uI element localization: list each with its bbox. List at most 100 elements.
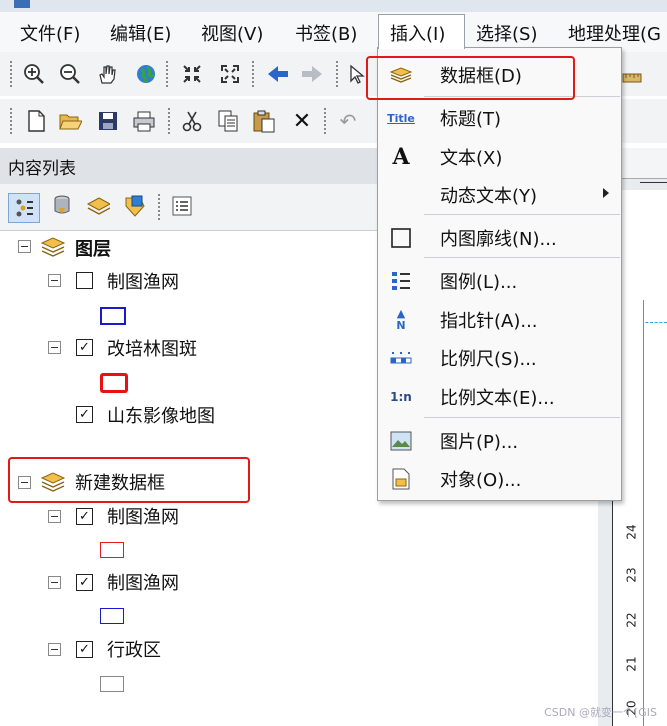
- group-label-new-data-frame[interactable]: 新建数据框: [75, 469, 165, 495]
- list-by-visibility-icon[interactable]: [86, 194, 110, 218]
- layer-label[interactable]: 制图渔网: [107, 268, 179, 294]
- layer-visibility-checkbox[interactable]: ✓: [76, 339, 93, 356]
- print-icon[interactable]: [132, 109, 156, 133]
- list-by-selection-icon[interactable]: [122, 194, 146, 218]
- menu-file[interactable]: 文件(F): [20, 22, 80, 48]
- page-edge-line: [640, 182, 667, 183]
- full-extent-globe-icon[interactable]: [134, 62, 158, 86]
- delete-x-icon[interactable]: ✕: [290, 109, 314, 134]
- layer-symbol-swatch[interactable]: [100, 307, 126, 325]
- layer-symbol-swatch[interactable]: [100, 676, 124, 692]
- menu-item-neatline[interactable]: 内图廓线(N)...: [378, 219, 621, 257]
- ruler-number: 23: [624, 567, 639, 583]
- save-icon[interactable]: [96, 109, 120, 133]
- menu-item-title[interactable]: Title 标题(T): [378, 99, 621, 137]
- layer-symbol-swatch[interactable]: [100, 608, 124, 624]
- zoom-out-icon[interactable]: [58, 62, 82, 86]
- submenu-arrow-icon: [603, 188, 609, 198]
- toolbar-separator: [336, 61, 341, 87]
- menu-separator: [424, 214, 620, 215]
- menu-geoprocessing[interactable]: 地理处理(G: [568, 22, 661, 48]
- fixed-zoom-in-icon[interactable]: [180, 62, 204, 86]
- cut-scissors-icon[interactable]: [180, 109, 204, 133]
- pan-hand-icon[interactable]: [95, 62, 119, 86]
- north-arrow-icon: ▲ N: [388, 307, 414, 333]
- menu-item-label: 图片(P)...: [440, 432, 519, 453]
- collapse-layer-toggle[interactable]: [48, 274, 61, 287]
- layer-label[interactable]: 制图渔网: [107, 569, 179, 595]
- menu-item-scale-text[interactable]: 1:n 比例文本(E)...: [378, 378, 621, 416]
- group-label-layers[interactable]: 图层: [75, 235, 111, 261]
- menu-item-dynamic-text[interactable]: 动态文本(Y): [378, 176, 621, 214]
- title-icon: Title: [387, 111, 415, 125]
- back-arrow-icon[interactable]: [266, 62, 290, 86]
- data-frame-layers-icon: [40, 235, 66, 257]
- layer-visibility-checkbox[interactable]: ✓: [76, 406, 93, 423]
- layer-symbol-swatch[interactable]: [100, 542, 124, 558]
- toc-header: 内容列表: [0, 148, 378, 184]
- object-icon: [388, 466, 414, 492]
- measure-icon[interactable]: [620, 64, 644, 88]
- window-title-strip: [0, 0, 667, 12]
- collapse-layer-toggle[interactable]: [48, 341, 61, 354]
- collapse-layer-toggle[interactable]: [48, 510, 61, 523]
- menu-item-scale-bar[interactable]: 比例尺(S)...: [378, 339, 621, 377]
- toolbar-grip[interactable]: [10, 108, 15, 134]
- layer-label[interactable]: 山东影像地图: [107, 402, 215, 428]
- menu-item-label: 动态文本(Y): [440, 186, 538, 207]
- undo-icon[interactable]: ↶: [336, 109, 360, 133]
- menu-item-picture[interactable]: 图片(P)...: [378, 422, 621, 460]
- ruler-number: 24: [624, 524, 639, 540]
- copy-icon[interactable]: [216, 109, 240, 133]
- zoom-in-icon[interactable]: [22, 62, 46, 86]
- north-arrow-glyph: ▲: [396, 306, 406, 320]
- new-document-icon[interactable]: [24, 109, 48, 133]
- menu-insert-label: 插入(I): [390, 24, 446, 45]
- list-by-source-icon[interactable]: [50, 194, 74, 218]
- fixed-zoom-out-icon[interactable]: [218, 62, 242, 86]
- list-by-drawing-order-icon[interactable]: [8, 193, 40, 223]
- menu-item-label: 比例尺(S)...: [440, 349, 537, 370]
- toc-options-icon[interactable]: [170, 194, 194, 218]
- layer-visibility-checkbox[interactable]: ✓: [76, 574, 93, 591]
- menu-item-text[interactable]: A 文本(X): [378, 138, 621, 176]
- scale-text-icon: 1:n: [390, 390, 412, 404]
- legend-icon: [388, 268, 414, 294]
- open-folder-icon[interactable]: [58, 109, 82, 133]
- toolbar-separator: [168, 108, 173, 134]
- collapse-layer-toggle[interactable]: [48, 643, 61, 656]
- layer-symbol-swatch[interactable]: [100, 373, 128, 393]
- toc-title: 内容列表: [8, 159, 76, 179]
- watermark: CSDN @就变一个[GIS: [544, 706, 657, 719]
- layer-label[interactable]: 制图渔网: [107, 503, 179, 529]
- menu-item-label: 标题(T): [440, 109, 502, 130]
- menu-edit[interactable]: 编辑(E): [110, 22, 171, 48]
- collapse-layer-toggle[interactable]: [48, 576, 61, 589]
- layer-visibility-checkbox[interactable]: [76, 272, 93, 289]
- data-frame-layers-icon: [40, 470, 66, 492]
- paste-icon[interactable]: [252, 109, 276, 133]
- forward-arrow-icon[interactable]: [300, 62, 324, 86]
- menu-select[interactable]: 选择(S): [476, 22, 537, 48]
- layer-label[interactable]: 行政区: [107, 636, 161, 662]
- layer-visibility-checkbox[interactable]: ✓: [76, 508, 93, 525]
- text-icon: A: [392, 144, 410, 170]
- menu-item-label: 文本(X): [440, 148, 503, 169]
- layer-visibility-checkbox[interactable]: ✓: [76, 641, 93, 658]
- menu-bookmarks[interactable]: 书签(B): [295, 22, 357, 48]
- picture-icon: [388, 428, 414, 454]
- menu-item-north-arrow[interactable]: ▲ N 指北针(A)...: [378, 301, 621, 339]
- toc-tab-bar: [0, 184, 378, 231]
- menu-item-legend[interactable]: 图例(L)...: [378, 262, 621, 300]
- collapse-group-new-data-frame-toggle[interactable]: [18, 476, 31, 489]
- ruler-number: 21: [624, 656, 639, 672]
- toolbar-grip[interactable]: [10, 61, 15, 87]
- collapse-group-layers-toggle[interactable]: [18, 240, 31, 253]
- menu-item-label: 比例文本(E)...: [440, 388, 555, 409]
- menu-separator: [424, 257, 620, 258]
- menu-view[interactable]: 视图(V): [201, 22, 263, 48]
- menu-item-label: 图例(L)...: [440, 272, 518, 293]
- menu-insert[interactable]: 插入(I): [378, 14, 465, 49]
- layer-label[interactable]: 改培林图斑: [107, 335, 197, 361]
- menu-item-object[interactable]: 对象(O)...: [378, 460, 621, 498]
